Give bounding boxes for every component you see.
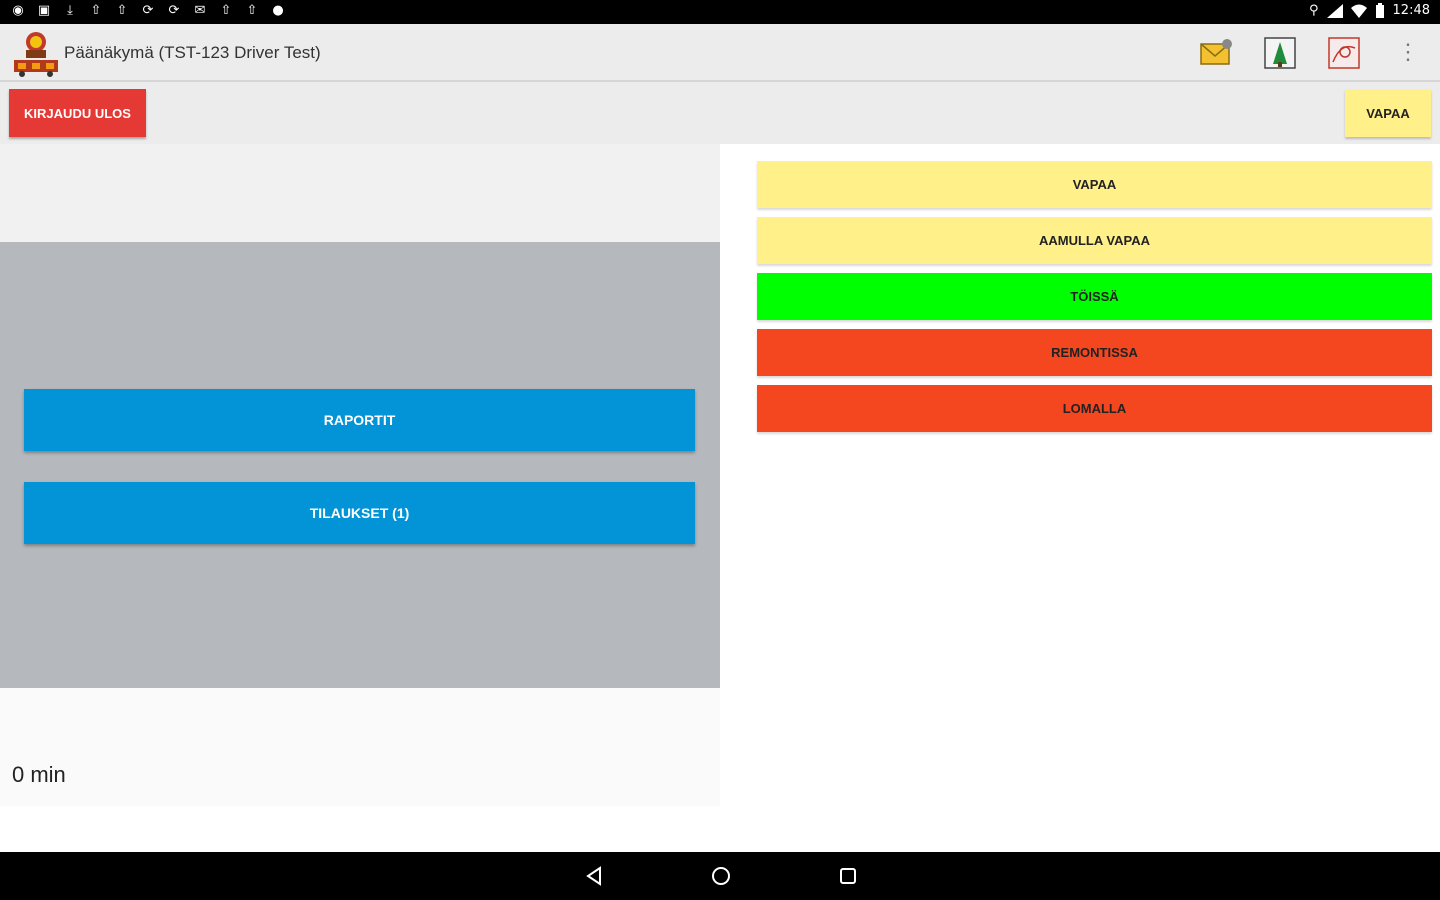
current-status-button[interactable]: VAPAA bbox=[1345, 89, 1431, 137]
logout-button[interactable]: KIRJAUDU ULOS bbox=[9, 89, 146, 137]
status-bar: ◉ ▣ ⤓ ⇧ ⇧ ⟳ ⟳ ✉ ⇧ ⇧ ● ⚲ 12:48 bbox=[0, 0, 1440, 24]
notification-icons: ◉ ▣ ⤓ ⇧ ⇧ ⟳ ⟳ ✉ ⇧ ⇧ ● bbox=[10, 3, 286, 19]
status-option-list: VAPAA AAMULLA VAPAA TÖISSÄ REMONTISSA LO… bbox=[757, 161, 1432, 441]
upload-icon: ⇧ bbox=[246, 3, 258, 18]
battery-icon bbox=[1375, 3, 1384, 18]
toolbar: KIRJAUDU ULOS VAPAA bbox=[0, 82, 1440, 144]
location-icon: ⚲ bbox=[1309, 3, 1319, 18]
upload-icon: ⇧ bbox=[220, 3, 232, 18]
action-bar: Päänäkymä (TST-123 Driver Test) ⋮ bbox=[0, 24, 1440, 82]
recent-apps-icon[interactable] bbox=[836, 864, 860, 888]
globe-icon: ◉ bbox=[12, 3, 24, 18]
wifi-icon bbox=[1350, 4, 1367, 18]
back-icon[interactable] bbox=[582, 864, 606, 888]
clock: 12:48 bbox=[1392, 3, 1430, 18]
sync-icon: ⟳ bbox=[168, 3, 180, 18]
left-panel-header bbox=[0, 144, 720, 242]
mail-icon: ✉ bbox=[194, 3, 206, 18]
navigation-bar bbox=[0, 852, 1440, 900]
status-option-aamulla-vapaa[interactable]: AAMULLA VAPAA bbox=[757, 217, 1432, 264]
map-icon[interactable] bbox=[1327, 36, 1361, 70]
upload-icon: ⇧ bbox=[116, 3, 128, 18]
reports-button[interactable]: RAPORTIT bbox=[24, 389, 695, 451]
status-option-toissa[interactable]: TÖISSÄ bbox=[757, 273, 1432, 320]
page-title: Päänäkymä (TST-123 Driver Test) bbox=[64, 43, 321, 62]
overflow-menu-icon[interactable]: ⋮ bbox=[1396, 34, 1420, 70]
home-icon[interactable] bbox=[709, 864, 733, 888]
elapsed-time: 0 min bbox=[12, 762, 66, 787]
download-icon: ⤓ bbox=[67, 3, 73, 18]
image-icon: ▣ bbox=[37, 3, 51, 18]
sync-icon: ⟳ bbox=[142, 3, 154, 18]
system-tray: ⚲ 12:48 bbox=[1309, 3, 1430, 18]
status-option-remontissa[interactable]: REMONTISSA bbox=[757, 329, 1432, 376]
tree-icon[interactable] bbox=[1263, 36, 1297, 70]
messages-icon[interactable] bbox=[1199, 36, 1233, 70]
upload-icon: ⇧ bbox=[90, 3, 102, 18]
status-option-vapaa[interactable]: VAPAA bbox=[757, 161, 1432, 208]
status-option-lomalla[interactable]: LOMALLA bbox=[757, 385, 1432, 432]
left-panel-footer bbox=[0, 688, 720, 806]
signal-icon bbox=[1326, 3, 1343, 18]
android-icon: ● bbox=[272, 3, 284, 18]
orders-button[interactable]: TILAUKSET (1) bbox=[24, 482, 695, 544]
app-logo-icon bbox=[14, 32, 58, 77]
main-actions-panel bbox=[0, 242, 720, 688]
